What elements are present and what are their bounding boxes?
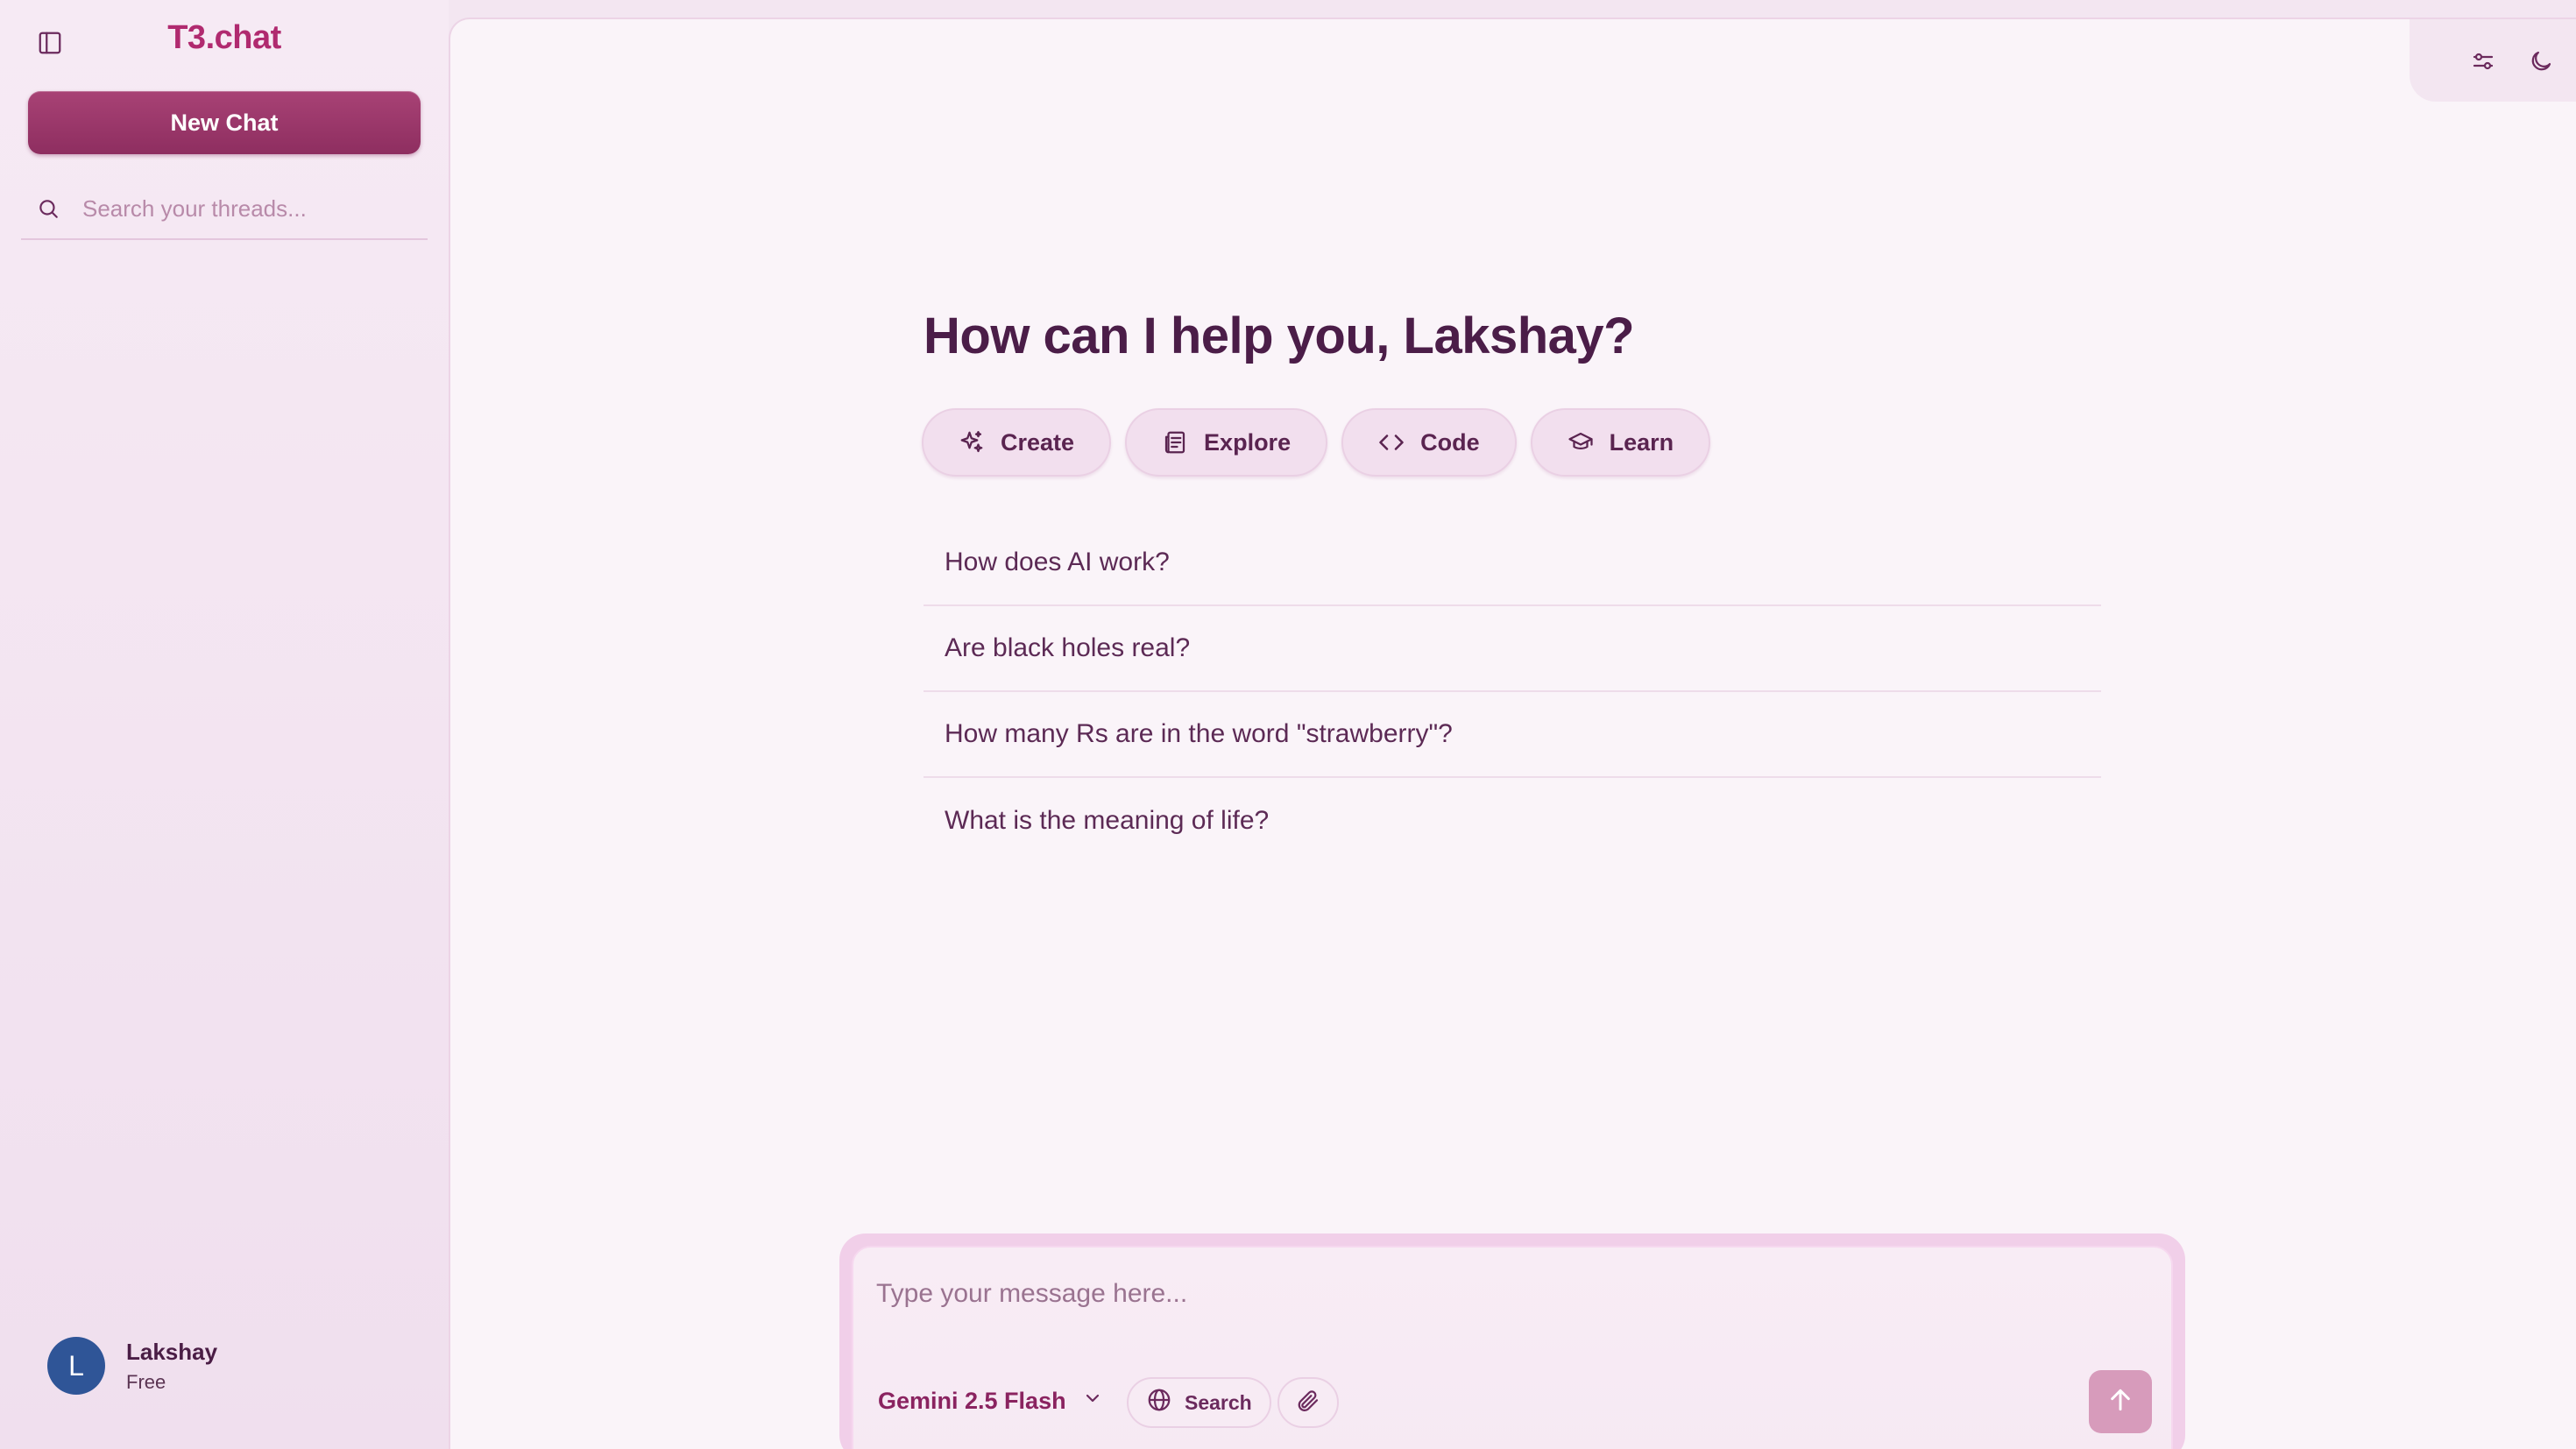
message-input[interactable] xyxy=(876,1279,2103,1309)
suggestion-item[interactable]: Are black holes real? xyxy=(924,606,2101,692)
chevron-down-icon xyxy=(1082,1388,1103,1415)
explore-label: Explore xyxy=(1204,428,1292,456)
user-plan: Free xyxy=(126,1370,166,1393)
avatar: L xyxy=(47,1337,105,1395)
newspaper-icon xyxy=(1162,429,1188,456)
learn-button[interactable]: Learn xyxy=(1530,408,1711,477)
send-button[interactable] xyxy=(2089,1370,2152,1433)
suggestion-list: How does AI work? Are black holes real? … xyxy=(924,520,2101,864)
search-toggle-label: Search xyxy=(1185,1390,1252,1414)
graduation-cap-icon xyxy=(1568,429,1594,456)
page-title: How can I help you, Lakshay? xyxy=(924,307,1635,364)
code-label: Code xyxy=(1420,428,1480,456)
user-name: Lakshay xyxy=(126,1338,218,1365)
suggestion-item[interactable]: How many Rs are in the word "strawberry"… xyxy=(924,692,2101,778)
create-button[interactable]: Create xyxy=(922,408,1112,477)
composer: Gemini 2.5 Flash Search xyxy=(839,1233,2185,1449)
search-threads-input[interactable] xyxy=(82,194,415,223)
learn-label: Learn xyxy=(1609,428,1674,456)
code-button[interactable]: Code xyxy=(1341,408,1517,477)
code-icon xyxy=(1378,429,1405,456)
settings-sliders-icon[interactable] xyxy=(2466,44,2501,79)
web-search-toggle[interactable]: Search xyxy=(1127,1377,1271,1428)
brand-logo: T3.chat xyxy=(167,19,281,56)
dark-mode-moon-icon[interactable] xyxy=(2523,44,2558,79)
top-right-toolbar xyxy=(2410,19,2576,102)
explore-button[interactable]: Explore xyxy=(1125,408,1328,477)
search-icon xyxy=(35,195,61,222)
sparkles-icon xyxy=(959,429,985,456)
suggestion-item[interactable]: What is the meaning of life? xyxy=(924,778,2101,864)
new-chat-button[interactable]: New Chat xyxy=(28,91,421,154)
thread-search xyxy=(21,179,428,240)
globe-icon xyxy=(1146,1387,1172,1418)
sidebar: T3.chat New Chat L Lakshay Free xyxy=(0,0,449,1449)
user-info: Lakshay Free xyxy=(126,1339,217,1394)
user-profile[interactable]: L Lakshay Free xyxy=(47,1337,217,1395)
model-selector[interactable]: Gemini 2.5 Flash xyxy=(878,1388,1103,1415)
model-name: Gemini 2.5 Flash xyxy=(878,1388,1066,1414)
paperclip-icon xyxy=(1295,1388,1321,1418)
composer-inner: Gemini 2.5 Flash Search xyxy=(852,1246,2173,1449)
category-buttons: Create Explore Code Learn xyxy=(922,408,1711,477)
attach-button[interactable] xyxy=(1277,1377,1339,1428)
create-label: Create xyxy=(1001,428,1075,456)
arrow-up-icon xyxy=(2106,1386,2134,1418)
suggestion-item[interactable]: How does AI work? xyxy=(924,520,2101,606)
